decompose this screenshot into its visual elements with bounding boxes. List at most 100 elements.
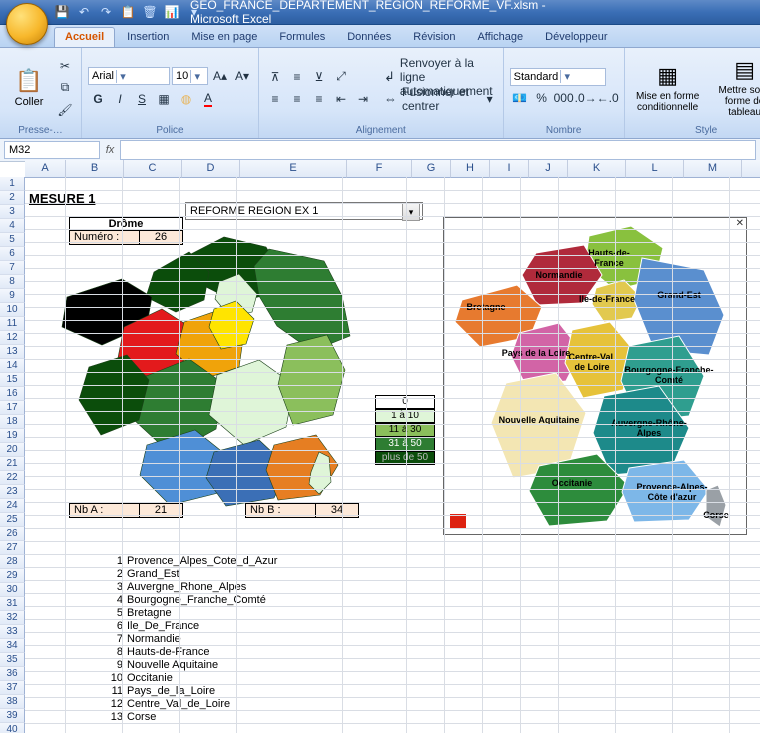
row-header[interactable]: 36 bbox=[0, 667, 25, 681]
close-icon[interactable]: ✕ bbox=[736, 218, 744, 229]
tab-accueil[interactable]: Accueil bbox=[54, 27, 115, 47]
font-name-select[interactable]: Arial▾ bbox=[88, 67, 170, 85]
tab-mise-en-page[interactable]: Mise en page bbox=[181, 28, 267, 47]
save-icon[interactable]: 💾 bbox=[54, 4, 70, 20]
column-headers[interactable]: ABCDEFGHIJKLMN bbox=[25, 160, 760, 177]
row-header[interactable]: 4 bbox=[0, 219, 25, 233]
row-header[interactable]: 28 bbox=[0, 555, 25, 569]
bold-button[interactable]: G bbox=[88, 89, 108, 109]
col-header[interactable]: L bbox=[626, 160, 684, 178]
row-header[interactable]: 24 bbox=[0, 499, 25, 513]
col-header[interactable]: G bbox=[412, 160, 451, 178]
conditional-format-button[interactable]: ▦ Mise en forme conditionnelle bbox=[631, 51, 705, 124]
row-header[interactable]: 30 bbox=[0, 583, 25, 597]
row-header[interactable]: 17 bbox=[0, 401, 25, 415]
row-header[interactable]: 15 bbox=[0, 373, 25, 387]
row-header[interactable]: 7 bbox=[0, 261, 25, 275]
align-middle-button[interactable]: ≡ bbox=[287, 67, 307, 87]
row-header[interactable]: 34 bbox=[0, 639, 25, 653]
row-header[interactable]: 23 bbox=[0, 485, 25, 499]
undo-icon[interactable]: ↶ bbox=[76, 4, 92, 20]
inc-decimal-button[interactable]: .0→ bbox=[576, 88, 596, 108]
row-header[interactable]: 26 bbox=[0, 527, 25, 541]
align-bottom-button[interactable]: ⊻ bbox=[309, 67, 329, 87]
indent-inc-button[interactable]: ⇥ bbox=[353, 89, 373, 109]
col-header[interactable]: D bbox=[182, 160, 240, 178]
row-header[interactable]: 33 bbox=[0, 625, 25, 639]
col-header[interactable]: B bbox=[66, 160, 124, 178]
percent-button[interactable]: % bbox=[532, 88, 552, 108]
qat-icon[interactable]: 🗑 bbox=[142, 4, 158, 20]
border-button[interactable]: ▦ bbox=[154, 89, 174, 109]
row-header[interactable]: 11 bbox=[0, 317, 25, 331]
tab-developpeur[interactable]: Développeur bbox=[535, 28, 617, 47]
row-header[interactable]: 14 bbox=[0, 359, 25, 373]
col-header[interactable]: M bbox=[684, 160, 742, 178]
redo-icon[interactable]: ↷ bbox=[98, 4, 114, 20]
row-header[interactable]: 32 bbox=[0, 611, 25, 625]
format-table-button[interactable]: ▤ Mettre sous forme de tableau bbox=[708, 51, 760, 124]
col-header[interactable]: C bbox=[124, 160, 182, 178]
row-header[interactable]: 19 bbox=[0, 429, 25, 443]
tab-donnees[interactable]: Données bbox=[337, 28, 401, 47]
row-header[interactable]: 37 bbox=[0, 681, 25, 695]
col-header[interactable]: F bbox=[347, 160, 412, 178]
col-header[interactable]: N bbox=[742, 160, 760, 178]
row-header[interactable]: 2 bbox=[0, 191, 25, 205]
row-header[interactable]: 40 bbox=[0, 723, 25, 733]
tab-insertion[interactable]: Insertion bbox=[117, 28, 179, 47]
paste-button[interactable]: 📋 Coller bbox=[6, 51, 52, 124]
row-header[interactable]: 9 bbox=[0, 289, 25, 303]
merge-center-button[interactable]: ⇔Fusionner et centrer ▾ bbox=[380, 89, 497, 109]
row-header[interactable]: 39 bbox=[0, 709, 25, 723]
col-header[interactable]: H bbox=[451, 160, 490, 178]
row-header[interactable]: 20 bbox=[0, 443, 25, 457]
row-header[interactable]: 1 bbox=[0, 177, 25, 191]
col-header[interactable]: E bbox=[240, 160, 347, 178]
row-header[interactable]: 21 bbox=[0, 457, 25, 471]
row-header[interactable]: 13 bbox=[0, 345, 25, 359]
row-headers[interactable]: 1234567891011121314151617181920212223242… bbox=[0, 177, 25, 733]
format-painter-button[interactable]: 🖌 bbox=[55, 100, 75, 120]
reforme-dropdown[interactable]: REFORME REGION EX 1 bbox=[185, 202, 423, 220]
row-header[interactable]: 35 bbox=[0, 653, 25, 667]
office-button[interactable] bbox=[6, 3, 48, 45]
row-header[interactable]: 12 bbox=[0, 331, 25, 345]
dec-decimal-button[interactable]: ←.0 bbox=[598, 88, 618, 108]
worksheet-grid[interactable]: ABCDEFGHIJKLMN 1234567891011121314151617… bbox=[0, 160, 760, 733]
row-header[interactable]: 22 bbox=[0, 471, 25, 485]
tab-revision[interactable]: Révision bbox=[403, 28, 465, 47]
copy-button[interactable]: ⧉ bbox=[55, 78, 75, 98]
row-header[interactable]: 8 bbox=[0, 275, 25, 289]
orientation-button[interactable]: ⤢ bbox=[331, 67, 351, 87]
col-header[interactable]: I bbox=[490, 160, 529, 178]
map-regions-frame[interactable]: ✕ Hauts-de-FranceNormand bbox=[443, 217, 747, 535]
row-header[interactable]: 25 bbox=[0, 513, 25, 527]
font-color-button[interactable]: A bbox=[198, 89, 218, 109]
row-header[interactable]: 27 bbox=[0, 541, 25, 555]
fx-icon[interactable]: fx bbox=[100, 144, 120, 156]
tab-formules[interactable]: Formules bbox=[269, 28, 335, 47]
font-size-select[interactable]: 10▾ bbox=[172, 67, 208, 85]
qat-icon[interactable]: 📊 bbox=[164, 4, 180, 20]
col-header[interactable]: J bbox=[529, 160, 568, 178]
indent-dec-button[interactable]: ⇤ bbox=[331, 89, 351, 109]
map-departements[interactable] bbox=[49, 227, 359, 507]
row-header[interactable]: 38 bbox=[0, 695, 25, 709]
col-header[interactable]: A bbox=[25, 160, 66, 178]
col-header[interactable]: K bbox=[568, 160, 626, 178]
row-header[interactable]: 6 bbox=[0, 247, 25, 261]
fill-color-button[interactable]: ◍ bbox=[176, 89, 196, 109]
tab-affichage[interactable]: Affichage bbox=[467, 28, 533, 47]
italic-button[interactable]: I bbox=[110, 89, 130, 109]
number-format-select[interactable]: Standard▾ bbox=[510, 68, 606, 86]
row-header[interactable]: 29 bbox=[0, 569, 25, 583]
row-header[interactable]: 5 bbox=[0, 233, 25, 247]
comma-button[interactable]: 000 bbox=[554, 88, 574, 108]
align-left-button[interactable]: ≡ bbox=[265, 89, 285, 109]
shrink-font-button[interactable]: A▾ bbox=[232, 66, 252, 86]
align-center-button[interactable]: ≡ bbox=[287, 89, 307, 109]
cut-button[interactable]: ✂ bbox=[55, 56, 75, 76]
row-header[interactable]: 10 bbox=[0, 303, 25, 317]
grow-font-button[interactable]: A▴ bbox=[210, 66, 230, 86]
